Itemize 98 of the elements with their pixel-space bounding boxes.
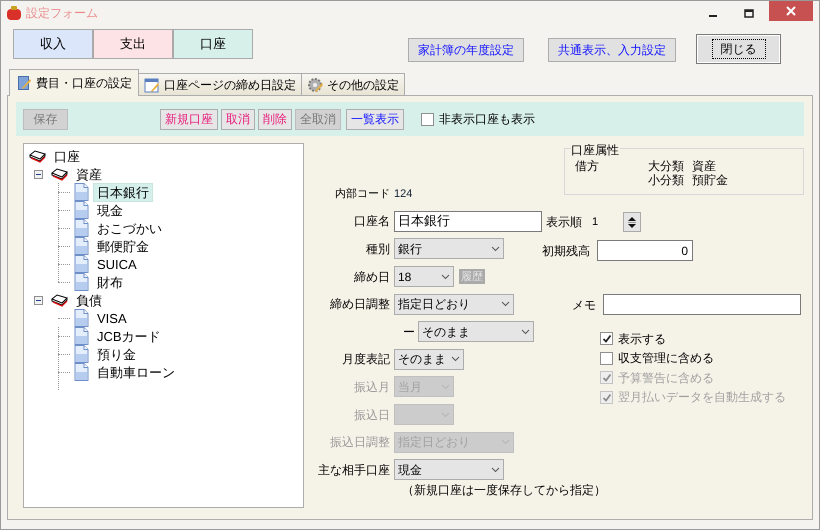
dropdown[interactable]: 指定日どおり [394, 294, 514, 315]
tree-item[interactable]: 自動車ローン [93, 362, 179, 382]
field-label: 主な相手口座 [317, 462, 391, 479]
checkbox-label: 翌月払いデータを自動生成する [618, 389, 786, 406]
field-label: 種別 [365, 240, 391, 258]
attribute-label: 小分類 [648, 173, 684, 187]
document-icon [74, 327, 89, 345]
dropdown[interactable]: 現金 [394, 459, 504, 480]
field-value: 1 [592, 214, 600, 230]
field-value: 124 [394, 186, 412, 202]
tree-item[interactable]: 現金 [93, 200, 127, 220]
collapse-toggle[interactable] [34, 296, 43, 304]
dropdown[interactable]: そのまま [394, 348, 464, 370]
field-label: 表示順 [546, 214, 582, 231]
dropdown[interactable]: 銀行 [394, 238, 504, 260]
field-label: 振込日 [353, 406, 391, 424]
check-icon [602, 334, 612, 344]
chevron-down-icon [441, 274, 450, 280]
document-icon [74, 345, 89, 363]
field-label: 月度表記 [341, 351, 391, 368]
toolbar-button[interactable]: 一覧表示 [346, 108, 404, 130]
attribute-value: 預貯金 [692, 173, 728, 187]
field-label: ー [402, 324, 416, 341]
tree-item[interactable]: 預り金 [93, 344, 140, 364]
book-icon [51, 167, 68, 181]
document-icon [74, 237, 89, 255]
attribute-value: 資産 [692, 159, 716, 173]
document-icon [74, 255, 89, 273]
checkbox-label: 収支管理に含める [618, 350, 714, 368]
field-label: メモ [572, 296, 596, 314]
document-icon [74, 363, 89, 381]
tree-item[interactable]: VISA [93, 308, 131, 328]
tree-item[interactable]: 資産 [72, 164, 106, 184]
tab[interactable]: 口座ページの締め日設定 [138, 73, 302, 96]
spin-button[interactable] [623, 212, 641, 232]
field-label: 内部コード [334, 186, 391, 202]
field-label: 振込月 [353, 378, 391, 396]
calendar-icon [144, 76, 160, 92]
checkbox-label: 予算警告に含める [618, 370, 714, 387]
top-button[interactable]: 共通表示、入力設定 [548, 38, 676, 62]
tree-item[interactable]: 口座 [50, 146, 84, 166]
book-icon [51, 293, 68, 307]
document-icon [74, 183, 89, 201]
text-field[interactable]: 日本銀行 [394, 210, 542, 232]
tab[interactable]: その他の設定 [301, 73, 405, 96]
document-icon [74, 309, 89, 327]
checkbox[interactable] [600, 352, 613, 365]
document-icon [74, 219, 89, 237]
form-note: （新規口座は一度保存してから指定） [402, 482, 606, 498]
tab[interactable]: 費目・口座の設定 [9, 69, 139, 96]
attribute-side: 借方 [575, 159, 600, 175]
notebook-icon [16, 75, 32, 91]
tree-item[interactable]: 財布 [93, 272, 127, 292]
top-button[interactable]: 閉じる [696, 34, 781, 64]
tree-item[interactable]: 郵便貯金 [93, 236, 153, 256]
group-title: 口座属性 [571, 141, 620, 159]
collapse-toggle[interactable] [34, 170, 43, 178]
close-icon [786, 6, 796, 16]
chevron-down-icon [521, 328, 530, 335]
chevron-down-icon [491, 466, 500, 473]
tree-item[interactable]: JCBカード [93, 326, 165, 346]
tree-item[interactable]: おこづかい [93, 218, 166, 238]
minus-icon [36, 172, 41, 176]
tree-item[interactable]: SUICA [93, 254, 141, 274]
document-icon [74, 273, 89, 291]
checkbox-label: 表示する [618, 330, 666, 348]
chevron-down-icon [501, 301, 510, 308]
field-label: 初期残高 [542, 242, 590, 260]
top-button[interactable]: 家計簿の年度設定 [408, 38, 524, 62]
field-label: 締め日調整 [329, 296, 391, 314]
book-icon [29, 149, 46, 163]
document-icon [74, 201, 89, 219]
settings-icon [307, 76, 323, 92]
minus-icon [36, 298, 41, 302]
category-tab[interactable]: 収入 [13, 29, 93, 59]
checkbox-label: 非表示口座も表示 [439, 111, 535, 128]
dropdown[interactable]: そのまま [418, 321, 534, 342]
chevron-down-icon [451, 356, 460, 362]
field-label: 締め日 [353, 268, 391, 286]
window-title: 設定フォーム [26, 5, 98, 22]
up-down-icon [628, 216, 636, 228]
tree-item[interactable]: 負債 [72, 290, 106, 310]
attribute-label: 大分類 [648, 159, 684, 173]
chevron-down-icon [491, 246, 500, 252]
checkbox[interactable] [421, 112, 434, 126]
dropdown[interactable]: 18 [394, 266, 454, 288]
field-label: 振込日調整 [329, 434, 391, 452]
tree-item[interactable]: 日本銀行 [93, 182, 153, 202]
number-field[interactable]: 0 [597, 240, 693, 261]
category-tab[interactable]: 口座 [173, 29, 253, 59]
category-tab[interactable]: 支出 [93, 29, 173, 59]
minimize-icon [709, 15, 717, 17]
field-label: 口座名 [353, 213, 391, 230]
close-button[interactable] [769, 1, 813, 21]
memo-field[interactable] [603, 294, 801, 315]
maximize-icon [744, 8, 754, 18]
checkbox[interactable] [600, 332, 613, 346]
app-icon [6, 5, 22, 21]
